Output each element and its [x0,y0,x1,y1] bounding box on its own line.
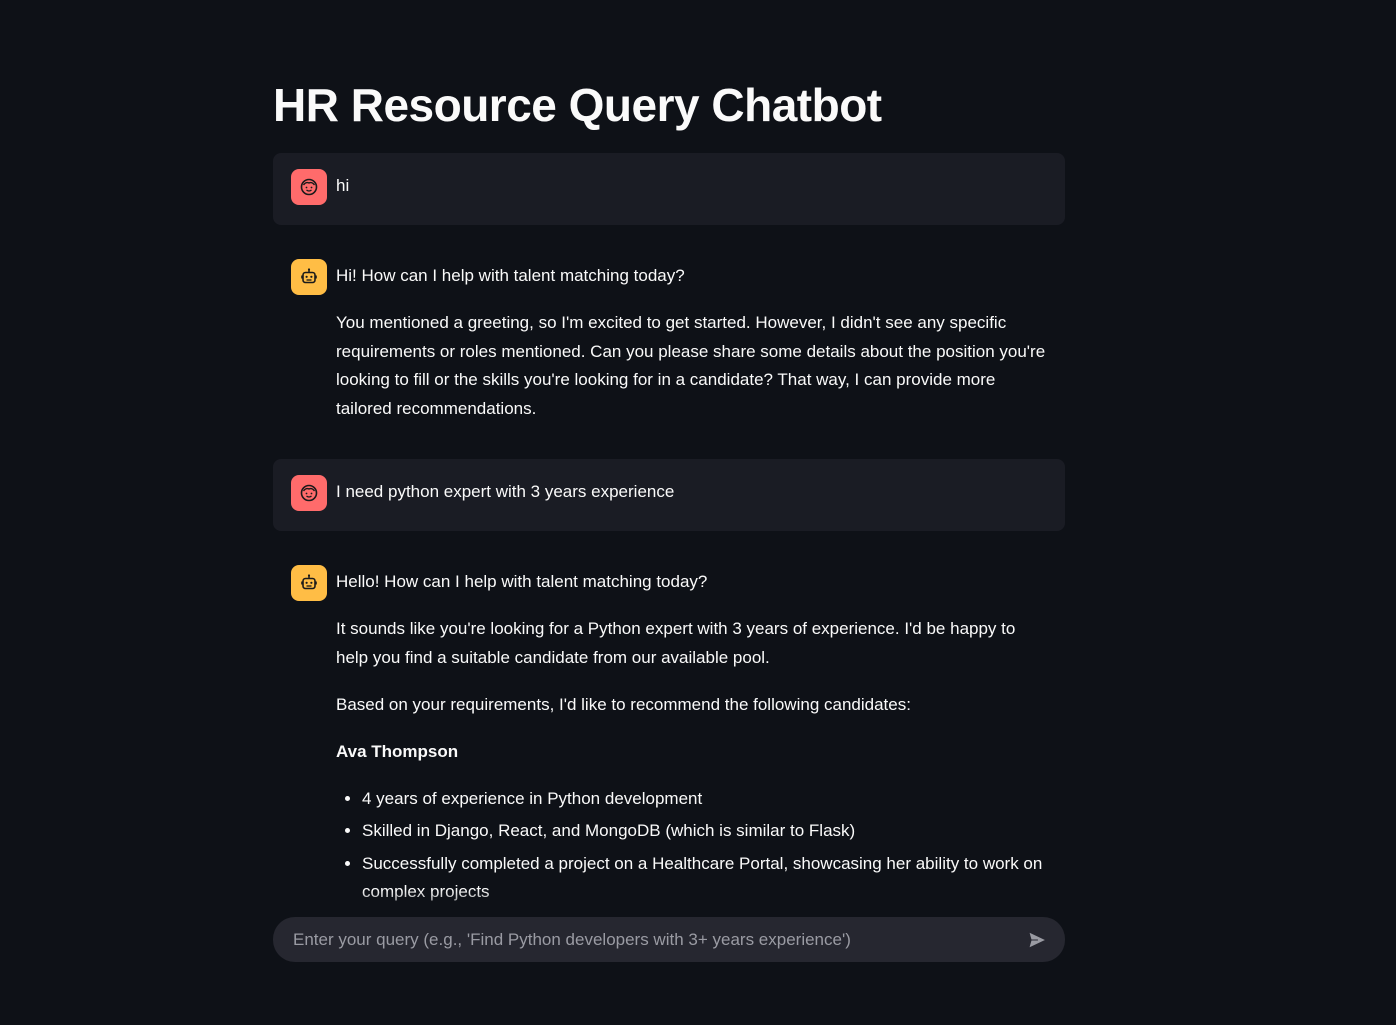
message-paragraph: It sounds like you're looking for a Pyth… [336,619,1016,667]
assistant-message: Hi! How can I help with talent matching … [273,243,1065,439]
assistant-avatar [291,259,327,295]
message-paragraph: Based on your requirements, I'd like to … [336,694,911,714]
user-message: I need python expert with 3 years experi… [273,459,1065,531]
chat-input[interactable] [291,928,1023,951]
message-paragraph: Hi! How can I help with talent matching … [336,266,685,285]
send-icon [1028,930,1047,949]
message-paragraph: You mentioned a greeting, so I'm excited… [336,313,1046,418]
list-item: Skilled in Django, React, and MongoDB (w… [362,817,1047,846]
message-text: Hi! How can I help with talent matching … [336,259,1047,423]
page-title: HR Resource Query Chatbot [273,79,882,131]
user-avatar [291,475,327,511]
candidate-name: Ava Thompson [336,741,459,761]
assistant-message: Hello! How can I help with talent matchi… [273,549,1065,927]
assistant-avatar [291,565,327,601]
robot-icon [301,268,317,284]
chat-input-container [273,917,1065,962]
list-item: 4 years of experience in Python developm… [362,785,1047,814]
message-paragraph: Hello! How can I help with talent matchi… [336,572,708,591]
user-avatar [291,169,327,205]
face-icon [300,484,318,502]
message-text: I need python expert with 3 years experi… [336,482,675,501]
user-message: hi [273,153,1065,225]
face-icon [300,178,318,196]
robot-icon [301,574,317,590]
message-text: Hello! How can I help with talent matchi… [336,565,1047,911]
send-button[interactable] [1023,926,1051,954]
candidate-details-list: 4 years of experience in Python developm… [336,785,1047,907]
scroll-fade [0,890,1396,920]
message-text: hi [336,176,350,195]
